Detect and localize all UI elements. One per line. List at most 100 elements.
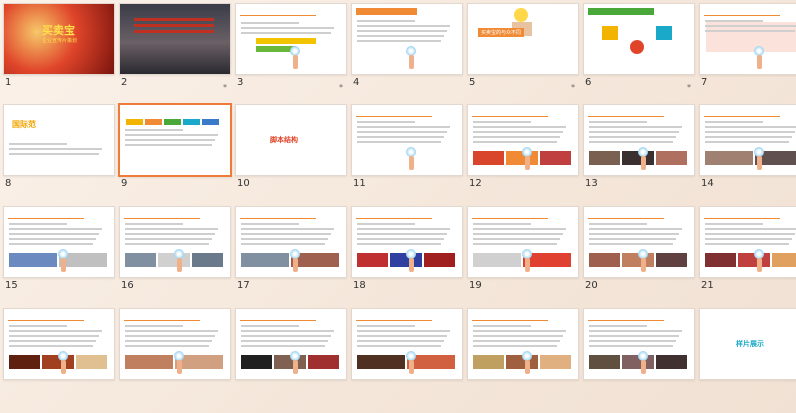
slide-thumbnail[interactable]	[119, 3, 231, 75]
text-lines	[473, 325, 569, 350]
text-lines	[241, 325, 337, 350]
process-step-box	[202, 119, 219, 125]
slide-header-bar	[588, 8, 654, 15]
slide-photo	[307, 355, 339, 369]
text-lines	[357, 325, 453, 350]
slide-thumbnail[interactable]	[467, 104, 579, 176]
slide-number: 14	[701, 178, 714, 189]
slide-photo	[655, 355, 687, 369]
slide-thumbnail[interactable]	[699, 3, 796, 75]
slide-thumbnail[interactable]	[235, 206, 347, 278]
text-lines	[357, 121, 453, 146]
pointer-hand-graphic	[290, 46, 302, 70]
slide-thumbnail[interactable]	[351, 308, 463, 380]
slide-photo	[125, 355, 173, 369]
slide-thumbnail[interactable]	[699, 104, 796, 176]
slide-number: 21	[701, 280, 714, 291]
slide-photo	[125, 253, 157, 267]
text-lines	[705, 223, 796, 248]
slide-thumbnail[interactable]	[583, 3, 695, 75]
slide-photo	[655, 253, 687, 267]
slide-photo	[705, 151, 753, 165]
slide-number: 17	[237, 280, 250, 291]
slide-photo	[539, 151, 571, 165]
slide-photo	[241, 253, 289, 267]
slide-photo	[473, 253, 521, 267]
slide-transition-star: *	[571, 83, 575, 92]
slide-thumbnail[interactable]	[3, 308, 115, 380]
slide-number: 2	[121, 77, 128, 88]
slide-thumbnail[interactable]: 脚本结构	[235, 104, 347, 176]
slide-thumbnail[interactable]	[467, 308, 579, 380]
slide-thumbnail[interactable]: 买卖宝的与众不同	[467, 3, 579, 75]
slide-header-bar	[124, 313, 200, 321]
slide-thumbnail[interactable]	[119, 308, 231, 380]
slide-thumbnail[interactable]	[235, 3, 347, 75]
slide-thumbnail[interactable]	[351, 104, 463, 176]
pointer-hand-graphic	[406, 46, 418, 70]
slide-number: 5	[469, 77, 476, 88]
slide-number: 1	[5, 77, 12, 88]
text-lines	[241, 22, 337, 37]
pointer-hand-graphic	[522, 249, 534, 273]
slide-header-bar	[8, 211, 84, 219]
slide-photo	[589, 253, 621, 267]
slide-photo	[589, 355, 621, 369]
text-lines	[9, 223, 105, 248]
text-lines	[589, 325, 685, 350]
slide-number: 13	[585, 178, 598, 189]
slide-photo	[539, 355, 571, 369]
slide-thumbnail[interactable]	[467, 206, 579, 278]
slide-number: 20	[585, 280, 598, 291]
pointer-hand-graphic	[638, 147, 650, 171]
slide-header-bar	[356, 8, 417, 15]
slide-thumbnail[interactable]: 买卖宝 企业宣传片策划	[3, 3, 115, 75]
pointer-hand-graphic	[58, 351, 70, 375]
slide-thumbnail[interactable]	[699, 206, 796, 278]
slide-photo	[9, 253, 57, 267]
slide-header-bar	[240, 211, 316, 219]
slide-number: 11	[353, 178, 366, 189]
text-lines	[241, 223, 337, 248]
diagram-box	[602, 26, 618, 40]
slide-header-bar	[240, 8, 316, 16]
slide-thumbnail[interactable]	[3, 206, 115, 278]
slide-header-bar	[472, 109, 548, 117]
slide-thumbnail[interactable]: 样片展示	[699, 308, 796, 380]
slide-thumbnail[interactable]	[351, 3, 463, 75]
slide-header-bar	[124, 211, 200, 219]
text-lines	[589, 223, 685, 248]
slide-thumbnail[interactable]	[583, 104, 695, 176]
slide-thumbnail[interactable]	[118, 103, 232, 177]
text-lines	[473, 223, 569, 248]
diagram-box	[656, 26, 672, 40]
text-lines	[357, 20, 453, 45]
slide-thumbnail[interactable]: 国际范	[3, 104, 115, 176]
slide-header-bar	[588, 109, 664, 117]
slide-transition-star: *	[223, 83, 227, 92]
pointer-hand-graphic	[638, 249, 650, 273]
slide-text-line	[134, 18, 214, 21]
process-step-box	[126, 119, 143, 125]
slide-thumbnail[interactable]	[583, 308, 695, 380]
text-lines	[357, 223, 453, 248]
slide-sorter-grid: 买卖宝 企业宣传片策划 1 2 * 3 * 4 买卖宝的与众不同 5 * 6 * 7 国际范 8 9 脚本结构 10…	[0, 0, 796, 413]
pointer-hand-graphic	[406, 351, 418, 375]
slide-thumbnail[interactable]	[351, 206, 463, 278]
slide-thumbnail[interactable]	[235, 308, 347, 380]
text-lines	[125, 129, 221, 149]
slide-text-line	[134, 24, 214, 27]
process-step-box	[164, 119, 181, 125]
text-lines	[473, 121, 569, 146]
slide-thumbnail[interactable]	[119, 206, 231, 278]
slide-number: 9	[121, 178, 128, 189]
slide-subtitle: 企业宣传片策划	[42, 38, 78, 44]
pointer-hand-graphic	[406, 147, 418, 171]
text-lines	[705, 121, 796, 146]
text-lines	[589, 121, 685, 146]
slide-photo	[589, 151, 621, 165]
slide-photo	[191, 253, 223, 267]
pointer-hand-graphic	[754, 147, 766, 171]
pointer-hand-graphic	[290, 351, 302, 375]
slide-thumbnail[interactable]	[583, 206, 695, 278]
